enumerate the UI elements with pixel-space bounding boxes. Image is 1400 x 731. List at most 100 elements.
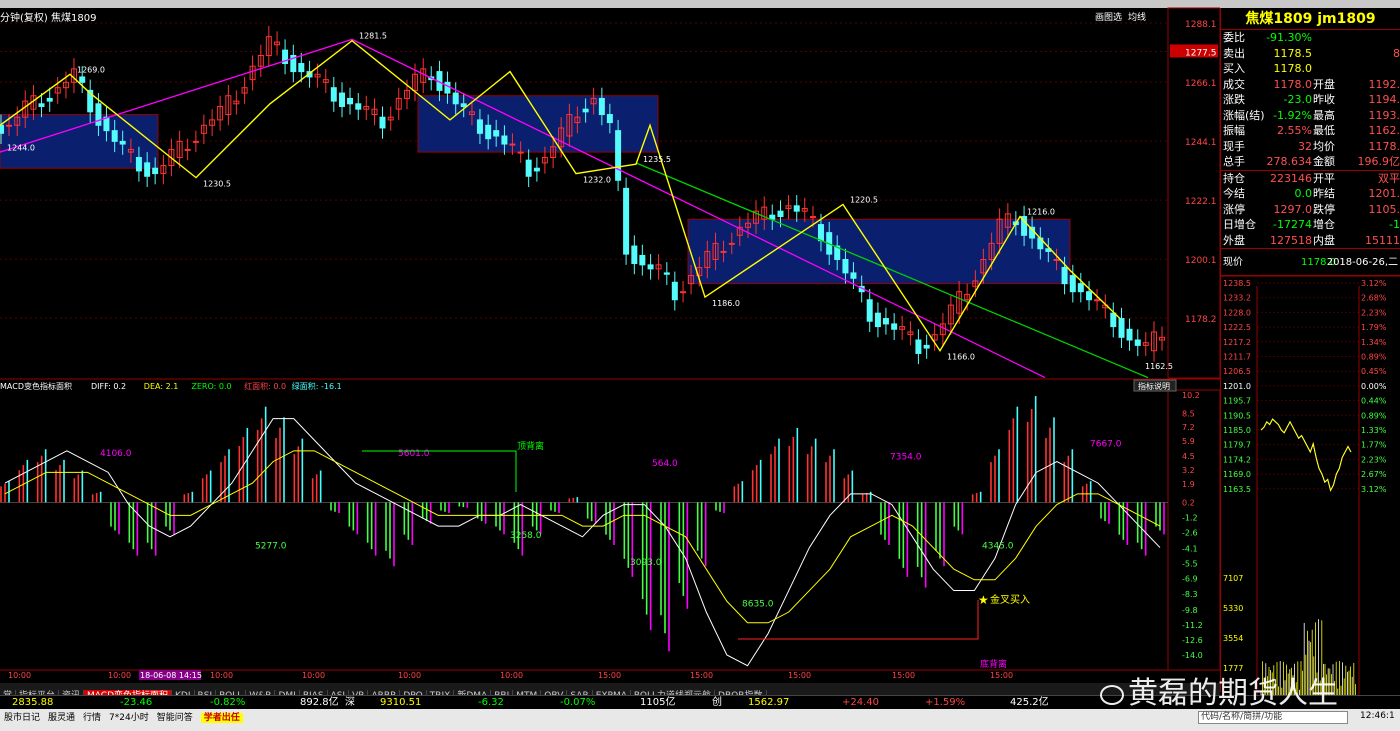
status-link[interactable]: 智能问答 (157, 713, 193, 723)
status-link[interactable]: 股市日记 (4, 713, 40, 723)
watermark: 黄磊的期货人生 (1100, 668, 1338, 712)
candlestick (192, 140, 199, 143)
mini-pct-label: 0.89% (1361, 411, 1387, 420)
macd-axis-label: 5.9 (1182, 437, 1195, 446)
quote-value: -17274 (1273, 218, 1312, 231)
index-status-value: 创 (712, 697, 722, 708)
price-label: 1244.0 (7, 143, 35, 152)
mini-price-label: 1211.7 (1223, 353, 1251, 362)
macd-axis-label: 0.2 (1182, 498, 1195, 507)
price-label: 1216.0 (1027, 208, 1055, 217)
quote-value: 223146 (1270, 171, 1312, 185)
candlestick (1126, 328, 1133, 341)
indicator-button: 指标说明 (1138, 381, 1170, 391)
watermark-text: 黄磊的期货人生 (1128, 676, 1338, 711)
indicator-header-item: MACD变色指标面积 (0, 381, 72, 391)
candlestick (842, 258, 849, 274)
candlestick (582, 108, 589, 113)
price-axis-label: 1266.1 (1185, 79, 1217, 89)
candlestick (1110, 312, 1117, 328)
candlestick (891, 323, 898, 330)
mini-price-label: 1174.2 (1223, 455, 1251, 464)
quote-label: 振幅 (1223, 124, 1245, 137)
time-axis-label: 15:00 (690, 671, 713, 680)
mini-pct-label: 1.79% (1361, 323, 1387, 332)
quote-label: 最低 (1313, 124, 1335, 137)
macd-axis-label: -4.1 (1182, 545, 1198, 554)
quote-value: -91.30% (1266, 31, 1312, 44)
quote-label: 均价 (1313, 139, 1335, 153)
macd-axis-label: -1.2 (1182, 513, 1198, 522)
chart-tools[interactable]: 画图选 均线 (1095, 10, 1152, 23)
mini-price-label: 1179.7 (1223, 441, 1251, 450)
quote-row: 成交 1178.0 开盘 1192. (1221, 77, 1400, 93)
price-axis-label: 1288.1 (1185, 20, 1217, 30)
candlestick (663, 272, 670, 275)
quote-label: 日增仓 (1223, 218, 1256, 231)
macd-axis-label: -9.8 (1182, 606, 1198, 615)
status-link[interactable]: 服灵通 (48, 713, 75, 723)
candlestick (915, 339, 922, 354)
candlestick (298, 63, 305, 73)
macd-area-label: 4106.0 (100, 449, 132, 459)
index-status-value: 1562.97 (748, 697, 790, 708)
quote-label: 内盘 (1313, 233, 1335, 247)
candlestick (46, 97, 53, 102)
status-link[interactable]: 行情 (83, 713, 101, 723)
indicator-tabs[interactable]: 常指标平台资讯MACD变色指标面积KDJRSIBOLLW&RDMIBIASASI… (0, 683, 1220, 695)
chart-canvas: 1288.1 1277.5 1266.1 1244.1 1222.1 1200.1 1178… (0, 7, 1220, 680)
status-link[interactable]: 7*24小时 (109, 713, 149, 723)
quote-value: 0.0 (1294, 187, 1313, 200)
quote-value: 1178.0 (1273, 62, 1313, 75)
macd-area-label: 564.0 (652, 459, 678, 469)
mini-price-label: 1233.2 (1223, 294, 1251, 303)
mini-price-label: 1201.0 (1223, 382, 1251, 391)
price-axis-label: 1222.1 (1185, 197, 1217, 207)
mini-pct-label: 2.67% (1361, 470, 1387, 479)
quote-row: 卖出 1178.5 8 (1221, 46, 1400, 62)
candlestick (809, 216, 816, 219)
bottom-divergence-label: 底背离 (980, 658, 1007, 670)
mini-pct-label: 3.12% (1361, 279, 1387, 288)
price-label: 1166.0 (947, 353, 975, 362)
code-search-input[interactable]: 代码/名称/简拼/功能 (1198, 711, 1348, 724)
quote-value: 1194. (1368, 93, 1400, 106)
quote-row: 涨停 1297.0 跌停 1105. (1221, 202, 1400, 218)
price-label: 1220.5 (850, 195, 878, 204)
candlestick (38, 103, 45, 107)
chart-tool-button[interactable]: 均线 (1128, 13, 1146, 23)
quote-label: 今结 (1223, 187, 1245, 200)
quote-value: 1178.0 (1273, 77, 1313, 91)
index-status-value: 深 (345, 697, 355, 708)
price-label: 1162.5 (1145, 362, 1173, 371)
mini-price-label: 1185.0 (1223, 426, 1251, 435)
quote-value: 8 (1393, 46, 1400, 60)
current-price-row: 现价 1178.0 2018-06-26,二 (1221, 248, 1400, 276)
quote-value: 双平 (1378, 171, 1400, 185)
quote-row: 持仓 223146 开平 双平 (1221, 171, 1400, 187)
index-status-value: +24.40 (842, 697, 880, 708)
golden-cross-star: ★ (978, 593, 989, 607)
macd-area-label: 8635.0 (742, 600, 774, 610)
indicator-header-item: ZERO: 0.0 (191, 382, 231, 391)
candlestick (485, 124, 492, 140)
quote-value: 1178.5 (1273, 46, 1313, 60)
macd-axis-label: -11.2 (1182, 621, 1203, 630)
candlestick (79, 76, 86, 83)
status-warning[interactable]: 学者出任 (200, 713, 243, 723)
macd-area-label: 3258.0 (510, 531, 542, 541)
clock: 12:46:1 (1360, 711, 1395, 721)
index-status-value: 2835.88 (12, 697, 54, 708)
candlestick (347, 97, 354, 105)
chart-tool-button[interactable]: 画图选 (1095, 13, 1122, 23)
quote-value: -23.0 (1283, 93, 1312, 106)
candlestick (0, 124, 4, 134)
quote-row: 委比 -91.30% (1221, 30, 1400, 46)
mini-price-label: 1222.5 (1223, 323, 1251, 332)
candlestick (330, 87, 337, 102)
mini-volume-label: 3554 (1223, 634, 1243, 643)
candlestick (379, 116, 386, 129)
mini-pct-label: 2.23% (1361, 455, 1387, 464)
mini-price-label: 1163.5 (1223, 485, 1251, 494)
quote-value: 127518 (1270, 233, 1312, 247)
